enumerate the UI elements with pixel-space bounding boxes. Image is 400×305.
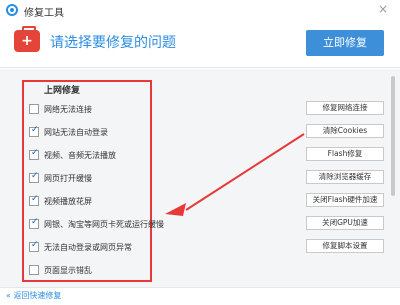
header: + 请选择要修复的问题 立即修复: [0, 22, 400, 68]
checkbox-page-display[interactable]: [29, 265, 39, 275]
repair-script-settings-button[interactable]: 修复脚本设置: [306, 239, 384, 253]
item-label: 无法自动登录或网页异常: [44, 243, 132, 252]
back-to-quick-repair-link[interactable]: « 返回快速修复: [6, 290, 61, 301]
scrollbar[interactable]: [390, 70, 396, 284]
page-title: 请选择要修复的问题: [50, 35, 176, 51]
checkbox-page-errors[interactable]: [29, 240, 39, 252]
app-logo-icon: [6, 4, 18, 16]
section-title: 上网修复: [44, 86, 81, 96]
first-aid-kit-icon: +: [14, 26, 40, 52]
repair-network-button[interactable]: 修复网络连接: [306, 101, 384, 115]
window-title: 修复工具: [24, 8, 64, 19]
item-label: 网络无法连接: [44, 105, 92, 114]
clear-cookies-button[interactable]: 清除Cookies: [306, 124, 384, 138]
item-label: 视频播放花屏: [44, 197, 92, 206]
checkbox-video-artifacts[interactable]: [29, 194, 39, 206]
item-label: 网站无法自动登录: [44, 128, 108, 137]
repair-now-button[interactable]: 立即修复: [306, 30, 384, 56]
item-label: 页面显示错乱: [44, 266, 92, 275]
item-label: 网银、淘宝等网页卡死或运行缓慢: [44, 220, 164, 229]
checkbox-slow-pages[interactable]: [29, 171, 39, 183]
item-label: 网页打开缓慢: [44, 174, 92, 183]
clear-cache-button[interactable]: 清除浏览器缓存: [306, 170, 384, 184]
item-label: 视频、音频无法播放: [44, 151, 116, 160]
checkbox-network-connection[interactable]: [29, 104, 39, 114]
checkbox-banking-pages[interactable]: [29, 217, 39, 229]
checkbox-media-playback[interactable]: [29, 148, 39, 160]
disable-gpu-accel-button[interactable]: 关闭GPU加速: [306, 216, 384, 230]
flash-repair-button[interactable]: Flash修复: [306, 147, 384, 161]
disable-flash-accel-button[interactable]: 关闭Flash硬件加速: [306, 193, 384, 207]
scrollbar-thumb[interactable]: [391, 76, 395, 196]
close-icon[interactable]: ×: [376, 2, 390, 16]
footer: « 返回快速修复: [0, 287, 400, 305]
checkbox-auto-login[interactable]: [29, 125, 39, 137]
